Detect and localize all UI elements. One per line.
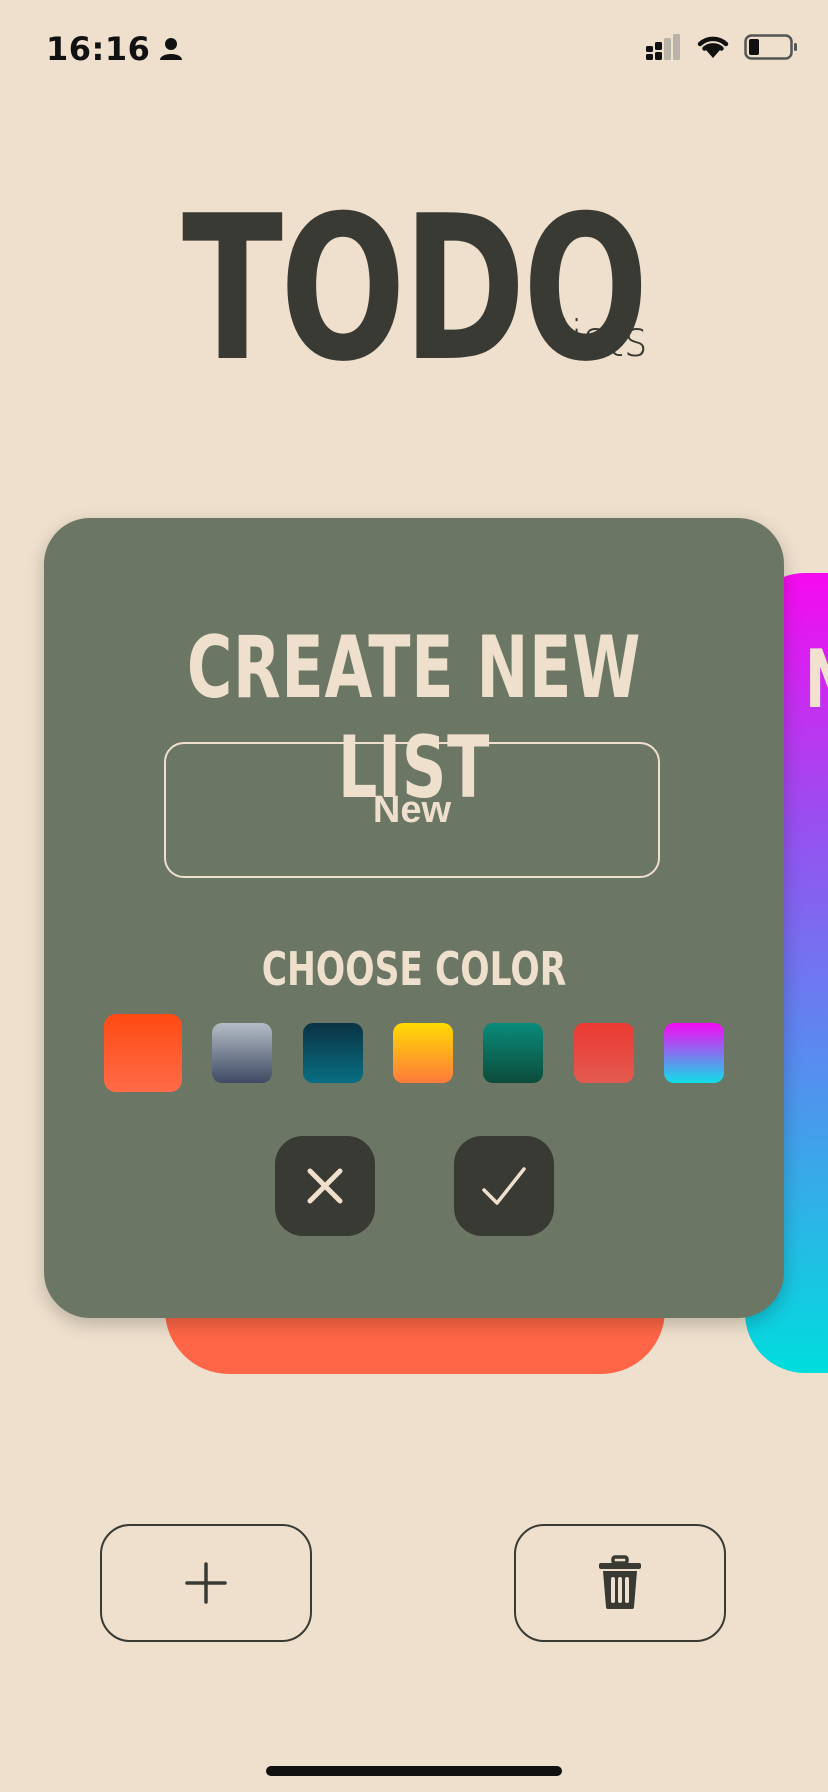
status-time-group: 16:16 <box>46 30 184 68</box>
color-swatch-magenta-cyan[interactable] <box>663 1023 724 1083</box>
plus-icon <box>185 1562 227 1604</box>
logo-subtitle: lists <box>558 310 648 368</box>
color-swatch-slate[interactable] <box>212 1023 273 1083</box>
status-time: 16:16 <box>46 30 151 68</box>
battery-icon <box>744 34 797 60</box>
list-name-input[interactable] <box>164 742 660 878</box>
color-swatch-sunrise[interactable] <box>392 1023 453 1083</box>
home-indicator <box>266 1766 562 1776</box>
color-swatch-petrol[interactable] <box>302 1023 363 1083</box>
color-swatch-teal[interactable] <box>483 1023 544 1083</box>
status-indicators <box>646 34 798 60</box>
choose-color-label: CHOOSE COLOR <box>261 942 567 996</box>
cellular-signal-icon <box>646 34 680 60</box>
delete-list-button[interactable] <box>514 1524 726 1642</box>
trash-icon <box>599 1555 641 1609</box>
cancel-button[interactable] <box>275 1136 375 1236</box>
close-icon <box>307 1168 343 1204</box>
list-card-title: N <box>805 633 828 726</box>
person-icon <box>160 38 183 60</box>
color-picker <box>104 1014 724 1092</box>
add-list-button[interactable] <box>100 1524 312 1642</box>
color-swatch-orange[interactable] <box>104 1014 182 1092</box>
checkmark-icon <box>482 1167 526 1205</box>
color-swatch-red[interactable] <box>573 1023 634 1083</box>
create-list-dialog: CREATE NEW LIST CHOOSE COLOR <box>44 518 784 1318</box>
confirm-button[interactable] <box>454 1136 554 1236</box>
wifi-icon <box>697 36 729 58</box>
